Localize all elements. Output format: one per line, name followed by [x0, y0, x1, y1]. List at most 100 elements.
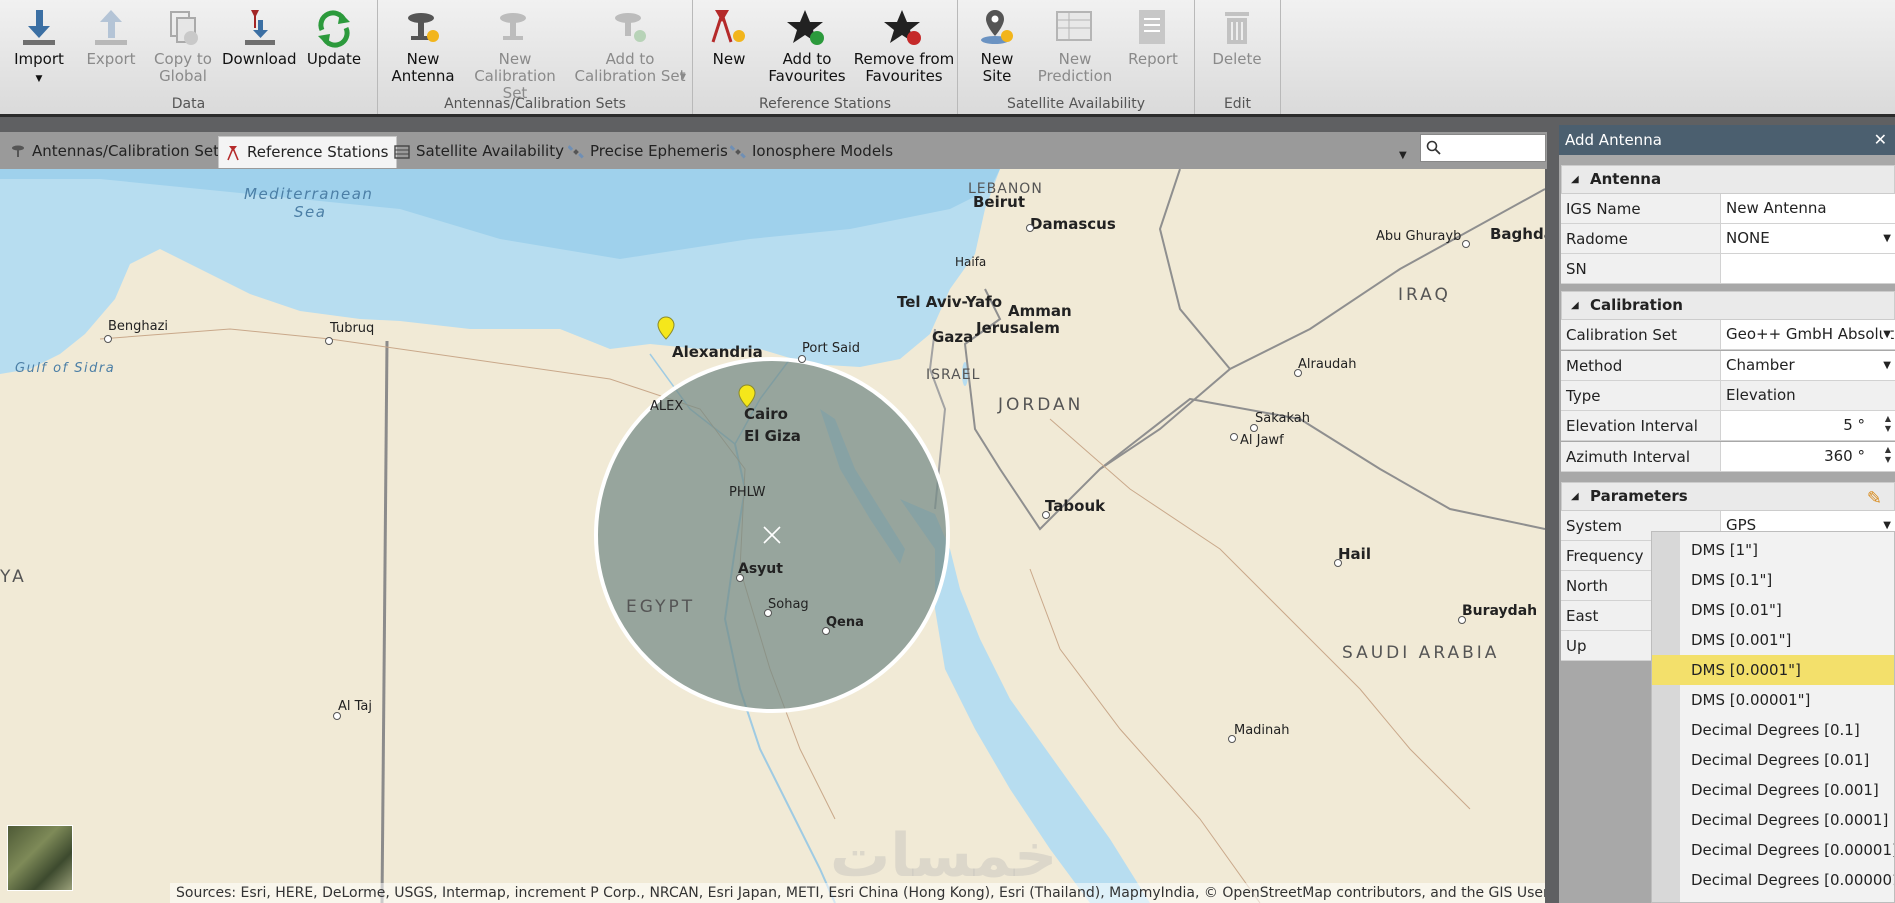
system-label: System: [1566, 517, 1622, 535]
dropdown-option[interactable]: Decimal Degrees [0.000001]: [1652, 865, 1894, 895]
elevation-interval-label: Elevation Interval: [1566, 417, 1698, 435]
section-antenna[interactable]: ◢ Antenna: [1561, 165, 1895, 194]
elevation-interval-field[interactable]: 5 ° ▲ ▼: [1720, 411, 1895, 440]
new-prediction-button[interactable]: New Prediction: [1034, 8, 1116, 85]
tab-overflow-dropdown-icon[interactable]: ▼: [1399, 150, 1407, 161]
dropdown-option[interactable]: Decimal Degrees [0.00001]: [1652, 835, 1894, 865]
dropdown-option[interactable]: Decimal Degrees [0.0001]: [1652, 805, 1894, 835]
map-view[interactable]: Mediterranean Sea LEBANON Beirut Damascu…: [0, 169, 1545, 903]
import-icon: [23, 10, 55, 45]
map-label: Jerusalem: [976, 319, 1060, 337]
tab-label: Reference Stations: [247, 143, 389, 161]
map-label: Port Said: [802, 341, 860, 356]
add-to-favourites-button[interactable]: Add to Favourites: [767, 8, 847, 85]
collapse-triangle-icon[interactable]: ◢: [1571, 292, 1579, 319]
north-label: North: [1566, 577, 1608, 595]
new-antenna-button[interactable]: New Antenna: [390, 8, 456, 85]
method-label: Method: [1566, 357, 1623, 375]
city-dot: [1458, 616, 1466, 624]
add-to-calibration-set-dropdown-icon[interactable]: ▼: [680, 68, 686, 85]
chevron-down-icon[interactable]: ▼: [1883, 224, 1891, 253]
map-label: Alraudah: [1298, 357, 1357, 372]
add-to-favourites-label: Add to Favourites: [768, 50, 846, 85]
dropdown-option[interactable]: Decimal Degrees [0.001]: [1652, 775, 1894, 805]
tab-precise-ephemeris[interactable]: Precise Ephemeris: [562, 136, 736, 167]
chevron-down-icon[interactable]: ▼: [1883, 351, 1891, 380]
azimuth-interval-field[interactable]: 360 ° ▲ ▼: [1720, 442, 1895, 471]
collapse-triangle-icon[interactable]: ◢: [1571, 483, 1579, 510]
map-label: Benghazi: [108, 319, 169, 334]
dropdown-option[interactable]: DMS [0.00001"]: [1652, 685, 1894, 715]
search-input[interactable]: [1420, 134, 1546, 162]
section-parameters[interactable]: ◢ Parameters ✎: [1561, 482, 1895, 511]
download-icon: [245, 10, 275, 45]
east-label: East: [1566, 607, 1599, 625]
export-button[interactable]: Export: [80, 8, 142, 68]
azimuth-interval-value: 360 °: [1824, 447, 1865, 465]
update-button[interactable]: Update: [302, 8, 366, 68]
collapse-triangle-icon[interactable]: ◢: [1571, 166, 1579, 193]
report-button[interactable]: Report: [1122, 8, 1184, 68]
tab-satellite-availability[interactable]: Satellite Availability: [388, 136, 572, 167]
azimuth-interval-row: Azimuth Interval 360 ° ▲ ▼: [1561, 442, 1895, 472]
sn-field[interactable]: [1720, 254, 1895, 283]
new-antenna-icon: [408, 13, 439, 42]
new-reference-station-label: New: [712, 50, 746, 68]
calibration-set-select[interactable]: Geo++ GmbH Absolute ▼: [1720, 320, 1895, 349]
dropdown-option[interactable]: Decimal Degrees [0.1]: [1652, 715, 1894, 745]
tab-reference-stations[interactable]: Reference Stations: [218, 136, 398, 168]
spinner-arrows-icon[interactable]: ▲ ▼: [1885, 445, 1891, 465]
spinner-arrows-icon[interactable]: ▲ ▼: [1885, 414, 1891, 434]
section-calibration[interactable]: ◢ Calibration: [1561, 291, 1895, 320]
map-label: Hail: [1338, 545, 1371, 563]
dropdown-option[interactable]: DMS [0.001"]: [1652, 625, 1894, 655]
city-dot: [1250, 424, 1258, 432]
dropdown-option[interactable]: DMS [0.1"]: [1652, 565, 1894, 595]
dropdown-option[interactable]: DMS [0.01"]: [1652, 595, 1894, 625]
new-calibration-set-icon: [500, 13, 526, 40]
delete-button[interactable]: Delete: [1205, 8, 1269, 68]
dropdown-option-selected[interactable]: DMS [0.0001"]: [1652, 655, 1894, 685]
copy-to-global-button[interactable]: Copy to Global: [150, 8, 216, 85]
dropdown-option[interactable]: Decimal Degrees [0.01]: [1652, 745, 1894, 775]
radome-select[interactable]: NONE ▼: [1720, 224, 1895, 253]
map-label: Qena: [826, 615, 864, 630]
map-label: Baghda: [1490, 225, 1545, 243]
map-label: Sohag: [768, 597, 809, 612]
map-label: Tel Aviv-Yafo: [897, 293, 1003, 311]
panel-title: Add Antenna: [1565, 131, 1662, 149]
import-button[interactable]: Import ▼: [8, 8, 70, 88]
download-button[interactable]: Download: [222, 8, 297, 68]
remove-from-favourites-button[interactable]: Remove from Favourites: [853, 8, 955, 85]
basemap-switcher-thumbnail[interactable]: [7, 825, 73, 891]
city-dot: [1294, 369, 1302, 377]
ribbon-group-edit: Delete Edit: [1195, 0, 1281, 114]
add-to-calibration-set-button[interactable]: Add to Calibration Set ▼: [574, 8, 686, 85]
new-reference-station-button[interactable]: New: [701, 8, 757, 68]
import-dropdown-arrow-icon[interactable]: ▼: [36, 74, 43, 84]
group-title-satellite-availability: Satellite Availability: [1006, 96, 1146, 112]
new-site-button[interactable]: New Site: [968, 8, 1026, 85]
map-basemap: [0, 169, 1545, 903]
map-label: Madinah: [1234, 723, 1290, 738]
group-title-antennas: Antennas/Calibration Sets: [444, 96, 626, 112]
close-icon[interactable]: ✕: [1874, 125, 1887, 155]
map-label: Beirut: [973, 193, 1025, 211]
station-marker-phlw[interactable]: [737, 384, 757, 412]
igs-name-field[interactable]: New Antenna: [1720, 194, 1895, 223]
new-prediction-label: New Prediction: [1037, 50, 1113, 85]
map-label: Buraydah: [1462, 603, 1538, 619]
export-icon: [95, 10, 127, 45]
city-dot: [1026, 224, 1034, 232]
station-marker-alex[interactable]: [656, 316, 676, 344]
tab-antennas-calibration-sets[interactable]: Antennas/Calibration Sets: [4, 136, 235, 167]
method-select[interactable]: Chamber ▼: [1720, 351, 1895, 380]
dropdown-option[interactable]: DMS [1"]: [1652, 535, 1894, 565]
tab-ionosphere-models[interactable]: Ionosphere Models: [724, 136, 901, 167]
new-calibration-set-button[interactable]: New Calibration Set: [462, 8, 568, 102]
remove-from-favourites-label: Remove from Favourites: [853, 50, 955, 85]
panel-header: Add Antenna ✕: [1559, 125, 1895, 155]
pencil-edit-icon[interactable]: ✎: [1867, 485, 1882, 512]
map-label: Asyut: [738, 561, 783, 577]
chevron-down-icon[interactable]: ▼: [1883, 320, 1891, 349]
